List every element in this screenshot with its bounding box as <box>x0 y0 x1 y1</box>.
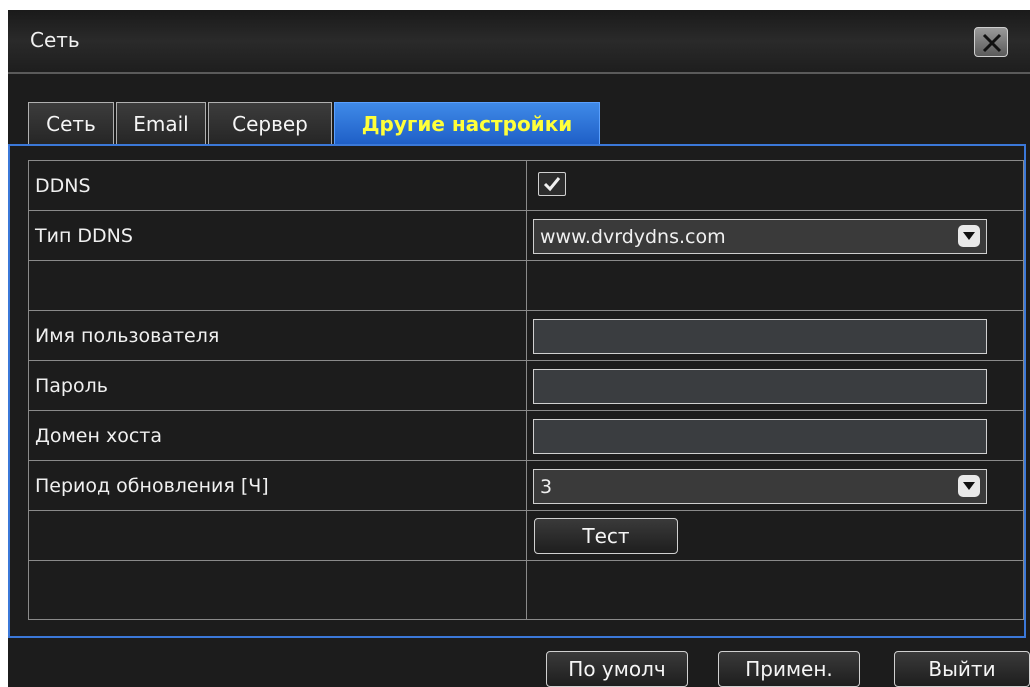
row-test: Тест <box>29 511 1023 561</box>
tab-other-settings[interactable]: Другие настройки <box>334 102 600 144</box>
host-domain-field[interactable] <box>533 419 987 454</box>
test-button[interactable]: Тест <box>534 518 678 554</box>
tab-server[interactable]: Сервер <box>208 102 332 144</box>
exit-button[interactable]: Выйти <box>894 651 1030 687</box>
host-domain-label: Домен хоста <box>35 425 162 447</box>
update-period-value: 3 <box>540 476 553 498</box>
close-icon <box>982 33 1002 53</box>
row-host-domain: Домен хоста <box>29 411 1023 461</box>
window-title: Сеть <box>30 28 80 52</box>
checkmark-icon <box>543 177 561 192</box>
ddns-type-select[interactable]: www.dvrdydns.com <box>533 219 987 254</box>
update-period-label: Период обновления [Ч] <box>35 475 269 497</box>
ddns-checkbox[interactable] <box>538 172 566 196</box>
default-button[interactable]: По умолч <box>546 651 688 687</box>
row-empty <box>29 261 1023 311</box>
row-username: Имя пользователя <box>29 311 1023 361</box>
apply-button[interactable]: Примен. <box>718 651 860 687</box>
close-button[interactable] <box>974 27 1008 57</box>
title-bar: Сеть <box>8 10 1030 74</box>
row-empty-bottom <box>29 561 1023 611</box>
username-field[interactable] <box>533 319 987 354</box>
password-field[interactable] <box>533 369 987 404</box>
password-label: Пароль <box>35 375 108 397</box>
network-settings-dialog: Сеть Сеть Email Сервер Другие настройки … <box>8 10 1030 687</box>
row-ddns-type: Тип DDNS www.dvrdydns.com <box>29 211 1023 261</box>
row-ddns: DDNS <box>29 161 1023 211</box>
tab-email[interactable]: Email <box>116 102 206 144</box>
update-period-select[interactable]: 3 <box>533 469 987 504</box>
row-update-period: Период обновления [Ч] 3 <box>29 461 1023 511</box>
settings-panel: DDNS Тип DDNS www.dvrdydns.com Имя польз… <box>8 144 1026 638</box>
ddns-label: DDNS <box>35 175 91 197</box>
chevron-down-icon[interactable] <box>958 475 980 497</box>
settings-table: DDNS Тип DDNS www.dvrdydns.com Имя польз… <box>28 160 1024 620</box>
ddns-type-value: www.dvrdydns.com <box>540 226 726 248</box>
username-label: Имя пользователя <box>35 325 220 347</box>
tab-network[interactable]: Сеть <box>28 102 114 144</box>
ddns-type-label: Тип DDNS <box>35 225 133 247</box>
row-password: Пароль <box>29 361 1023 411</box>
chevron-down-icon[interactable] <box>958 225 980 247</box>
